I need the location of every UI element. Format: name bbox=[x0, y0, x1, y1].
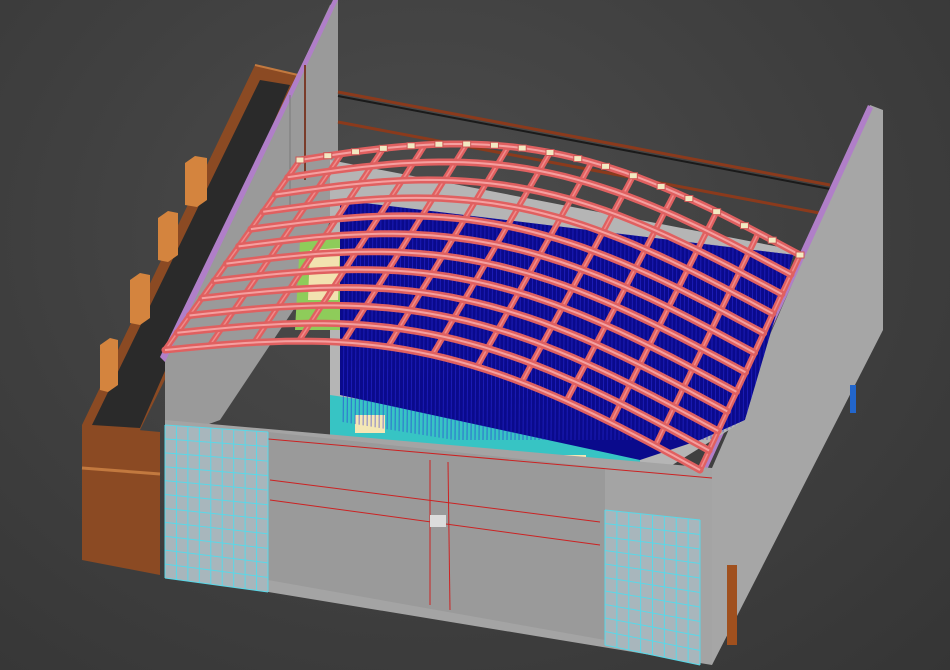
glass-curtain-left bbox=[164, 424, 269, 593]
scene-canvas bbox=[81, 0, 883, 666]
3d-viewport[interactable] bbox=[0, 0, 950, 670]
glass-curtain-right bbox=[604, 509, 701, 666]
